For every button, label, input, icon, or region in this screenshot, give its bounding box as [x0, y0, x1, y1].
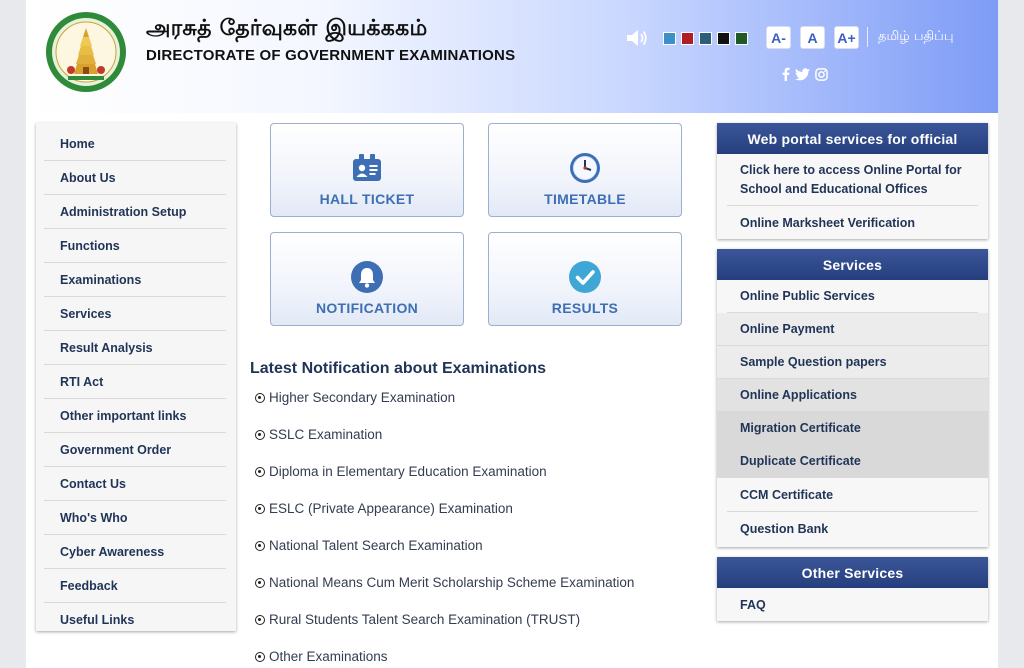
services-panel: Services Online Public Services Online P… [717, 249, 988, 547]
service-ccm-certificate[interactable]: CCM Certificate [727, 478, 978, 512]
theme-swatch-red[interactable] [681, 32, 694, 45]
notification-tile[interactable]: NOTIFICATION [270, 232, 464, 326]
web-portal-heading: Web portal services for official [717, 123, 988, 154]
site-header: அரசுத் தேர்வுகள் இயக்ககம் DIRECTORATE OF… [26, 0, 998, 113]
id-card-icon [353, 154, 381, 181]
notification-link[interactable]: Other Examinations [269, 649, 388, 664]
nav-item-home[interactable]: Home [44, 127, 226, 161]
bell-icon [351, 261, 383, 293]
nav-item-whos-who[interactable]: Who's Who [44, 501, 226, 535]
service-question-bank[interactable]: Question Bank [727, 512, 978, 545]
font-increase-button[interactable]: A+ [834, 26, 859, 49]
nav-item-result-analysis[interactable]: Result Analysis [44, 331, 226, 365]
notification-item[interactable]: National Means Cum Merit Scholarship Sch… [255, 573, 634, 610]
results-label: RESULTS [551, 300, 619, 316]
font-reset-button[interactable]: A [800, 26, 825, 49]
theme-swatch-black[interactable] [717, 32, 730, 45]
faq-link[interactable]: FAQ [727, 588, 978, 621]
notification-link[interactable]: Higher Secondary Examination [269, 390, 455, 405]
service-migration-certificate[interactable]: Migration Certificate [717, 412, 988, 445]
notification-item[interactable]: Higher Secondary Examination [255, 388, 634, 425]
theme-swatch-teal[interactable] [699, 32, 712, 45]
service-online-public-services[interactable]: Online Public Services [727, 280, 978, 313]
checkmark-icon [569, 261, 601, 293]
theme-swatch-green[interactable] [735, 32, 748, 45]
nav-item-functions[interactable]: Functions [44, 229, 226, 263]
header-divider [867, 27, 868, 47]
notification-link[interactable]: National Means Cum Merit Scholarship Sch… [269, 575, 634, 590]
notification-item[interactable]: National Talent Search Examination [255, 536, 634, 573]
nav-item-feedback[interactable]: Feedback [44, 569, 226, 603]
social-links [781, 67, 828, 81]
service-online-applications[interactable]: Online Applications [717, 379, 988, 412]
radio-bullet-icon [255, 578, 265, 588]
notification-link[interactable]: National Talent Search Examination [269, 538, 483, 553]
instagram-icon[interactable] [815, 67, 828, 81]
nav-item-government-order[interactable]: Government Order [44, 433, 226, 467]
radio-bullet-icon [255, 652, 265, 662]
radio-bullet-icon [255, 467, 265, 477]
hall-ticket-tile[interactable]: HALL TICKET [270, 123, 464, 217]
nav-item-other-important-links[interactable]: Other important links [44, 399, 226, 433]
timetable-label: TIMETABLE [544, 191, 626, 207]
nav-item-cyber-awareness[interactable]: Cyber Awareness [44, 535, 226, 569]
notifications-heading: Latest Notification about Examinations [250, 360, 547, 377]
radio-bullet-icon [255, 504, 265, 514]
official-portal-link[interactable]: Click here to access Online Portal for S… [727, 154, 978, 206]
results-tile[interactable]: RESULTS [488, 232, 682, 326]
nav-item-administration-setup[interactable]: Administration Setup [44, 195, 226, 229]
nav-item-about-us[interactable]: About Us [44, 161, 226, 195]
theme-color-picker [663, 32, 748, 45]
notification-item[interactable]: Diploma in Elementary Education Examinat… [255, 462, 634, 499]
hall-ticket-label: HALL TICKET [319, 191, 415, 207]
radio-bullet-icon [255, 393, 265, 403]
radio-bullet-icon [255, 541, 265, 551]
nav-item-examinations[interactable]: Examinations [44, 263, 226, 297]
tamilnadu-emblem-logo[interactable] [44, 10, 128, 94]
notification-link[interactable]: Rural Students Talent Search Examination… [269, 612, 580, 627]
service-online-payment[interactable]: Online Payment [717, 313, 988, 346]
services-heading: Services [717, 249, 988, 280]
notification-item[interactable]: Rural Students Talent Search Examination… [255, 610, 634, 647]
notification-item[interactable]: SSLC Examination [255, 425, 634, 462]
speaker-icon[interactable] [626, 28, 648, 48]
notification-link[interactable]: SSLC Examination [269, 427, 382, 442]
web-portal-panel: Web portal services for official Click h… [717, 123, 988, 239]
site-title-tamil: அரசுத் தேர்வுகள் இயக்ககம் [146, 16, 428, 41]
facebook-icon[interactable] [781, 67, 790, 81]
service-duplicate-certificate[interactable]: Duplicate Certificate [717, 445, 988, 478]
notification-item[interactable]: ESLC (Private Appearance) Examination [255, 499, 634, 536]
radio-bullet-icon [255, 615, 265, 625]
site-title-english: DIRECTORATE OF GOVERNMENT EXAMINATIONS [146, 47, 516, 64]
notification-list: Higher Secondary Examination SSLC Examin… [255, 388, 634, 668]
clock-icon [570, 153, 600, 183]
nav-item-services[interactable]: Services [44, 297, 226, 331]
left-navigation-menu: Home About Us Administration Setup Funct… [36, 123, 236, 631]
tamil-version-link[interactable]: தமிழ் பதிப்பு [878, 29, 954, 45]
nav-item-rti-act[interactable]: RTI Act [44, 365, 226, 399]
theme-swatch-blue[interactable] [663, 32, 676, 45]
marksheet-verification-link[interactable]: Online Marksheet Verification [727, 206, 978, 239]
nav-item-contact-us[interactable]: Contact Us [44, 467, 226, 501]
twitter-icon[interactable] [795, 67, 810, 81]
nav-item-useful-links[interactable]: Useful Links [44, 603, 226, 637]
other-services-panel: Other Services FAQ [717, 557, 988, 621]
timetable-tile[interactable]: TIMETABLE [488, 123, 682, 217]
notification-link[interactable]: Diploma in Elementary Education Examinat… [269, 464, 547, 479]
font-size-controls: A- A A+ [766, 26, 859, 49]
other-services-heading: Other Services [717, 557, 988, 588]
notification-item[interactable]: Other Examinations [255, 647, 634, 668]
font-decrease-button[interactable]: A- [766, 26, 791, 49]
radio-bullet-icon [255, 430, 265, 440]
notification-link[interactable]: ESLC (Private Appearance) Examination [269, 501, 513, 516]
notification-label: NOTIFICATION [315, 300, 419, 316]
service-sample-question-papers[interactable]: Sample Question papers [717, 346, 988, 379]
